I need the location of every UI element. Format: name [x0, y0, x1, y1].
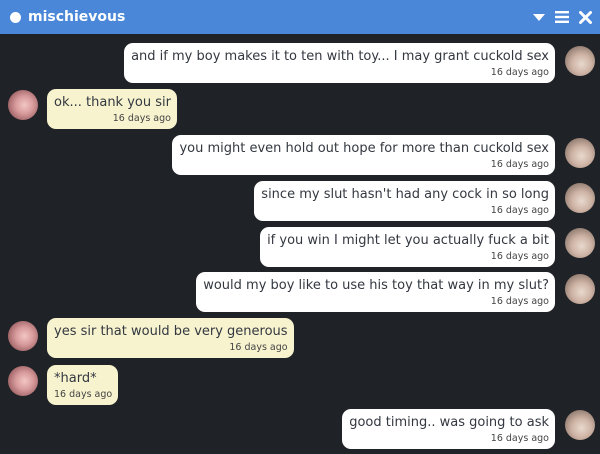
message-timestamp: 16 days ago	[54, 389, 113, 400]
message-bubble-sent: you might even hold out hope for more th…	[172, 135, 555, 175]
message-text: and if my boy makes it to ten with toy..…	[131, 49, 549, 64]
message-text: would my boy like to use his toy that wa…	[203, 278, 549, 293]
message-bubble-received: yes sir that would be very generous 16 d…	[47, 318, 294, 358]
sender-avatar[interactable]	[565, 274, 595, 304]
message-bubble-sent: good timing.. was going to ask 16 days a…	[342, 409, 555, 449]
message-timestamp: 16 days ago	[490, 205, 549, 216]
message-text: ok... thank you sir	[54, 95, 171, 110]
message-timestamp: 16 days ago	[490, 67, 549, 78]
sender-avatar[interactable]	[565, 228, 595, 258]
message-timestamp: 16 days ago	[490, 251, 549, 262]
message-text: if you win I might let you actually fuck…	[267, 233, 549, 248]
chevron-down-icon[interactable]	[533, 13, 545, 22]
message-text: good timing.. was going to ask	[349, 415, 549, 430]
contact-avatar[interactable]	[8, 90, 38, 120]
message-text: yes sir that would be very generous	[54, 324, 288, 339]
message-text: you might even hold out hope for more th…	[179, 141, 549, 156]
message-bubble-received: ok... thank you sir 16 days ago	[47, 89, 177, 129]
contact-name[interactable]: mischievous	[28, 9, 125, 25]
sender-avatar[interactable]	[565, 46, 595, 76]
message-bubble-received: *hard* 16 days ago	[47, 365, 119, 405]
sender-avatar[interactable]	[565, 183, 595, 213]
message-text: since my slut hasn't had any cock in so …	[261, 187, 549, 202]
message-bubble-sent: since my slut hasn't had any cock in so …	[254, 181, 555, 221]
message-timestamp: 16 days ago	[490, 433, 549, 444]
message-list[interactable]: and if my boy makes it to ten with toy..…	[0, 34, 600, 454]
window-controls	[533, 0, 592, 34]
message-bubble-sent: would my boy like to use his toy that wa…	[196, 272, 555, 312]
message-bubble-sent: if you win I might let you actually fuck…	[260, 227, 555, 267]
sender-avatar[interactable]	[565, 410, 595, 440]
contact-avatar[interactable]	[8, 321, 38, 351]
message-timestamp: 16 days ago	[490, 296, 549, 307]
close-icon[interactable]	[579, 10, 592, 24]
online-status-dot	[10, 11, 21, 23]
message-timestamp: 16 days ago	[112, 113, 171, 124]
message-timestamp: 16 days ago	[490, 159, 549, 170]
contact-avatar[interactable]	[8, 366, 38, 396]
chat-title-bar: mischievous	[0, 0, 600, 34]
message-text: *hard*	[54, 371, 97, 386]
menu-icon[interactable]	[555, 11, 569, 23]
message-bubble-sent: and if my boy makes it to ten with toy..…	[124, 43, 555, 83]
sender-avatar[interactable]	[565, 138, 595, 168]
message-timestamp: 16 days ago	[229, 342, 288, 353]
